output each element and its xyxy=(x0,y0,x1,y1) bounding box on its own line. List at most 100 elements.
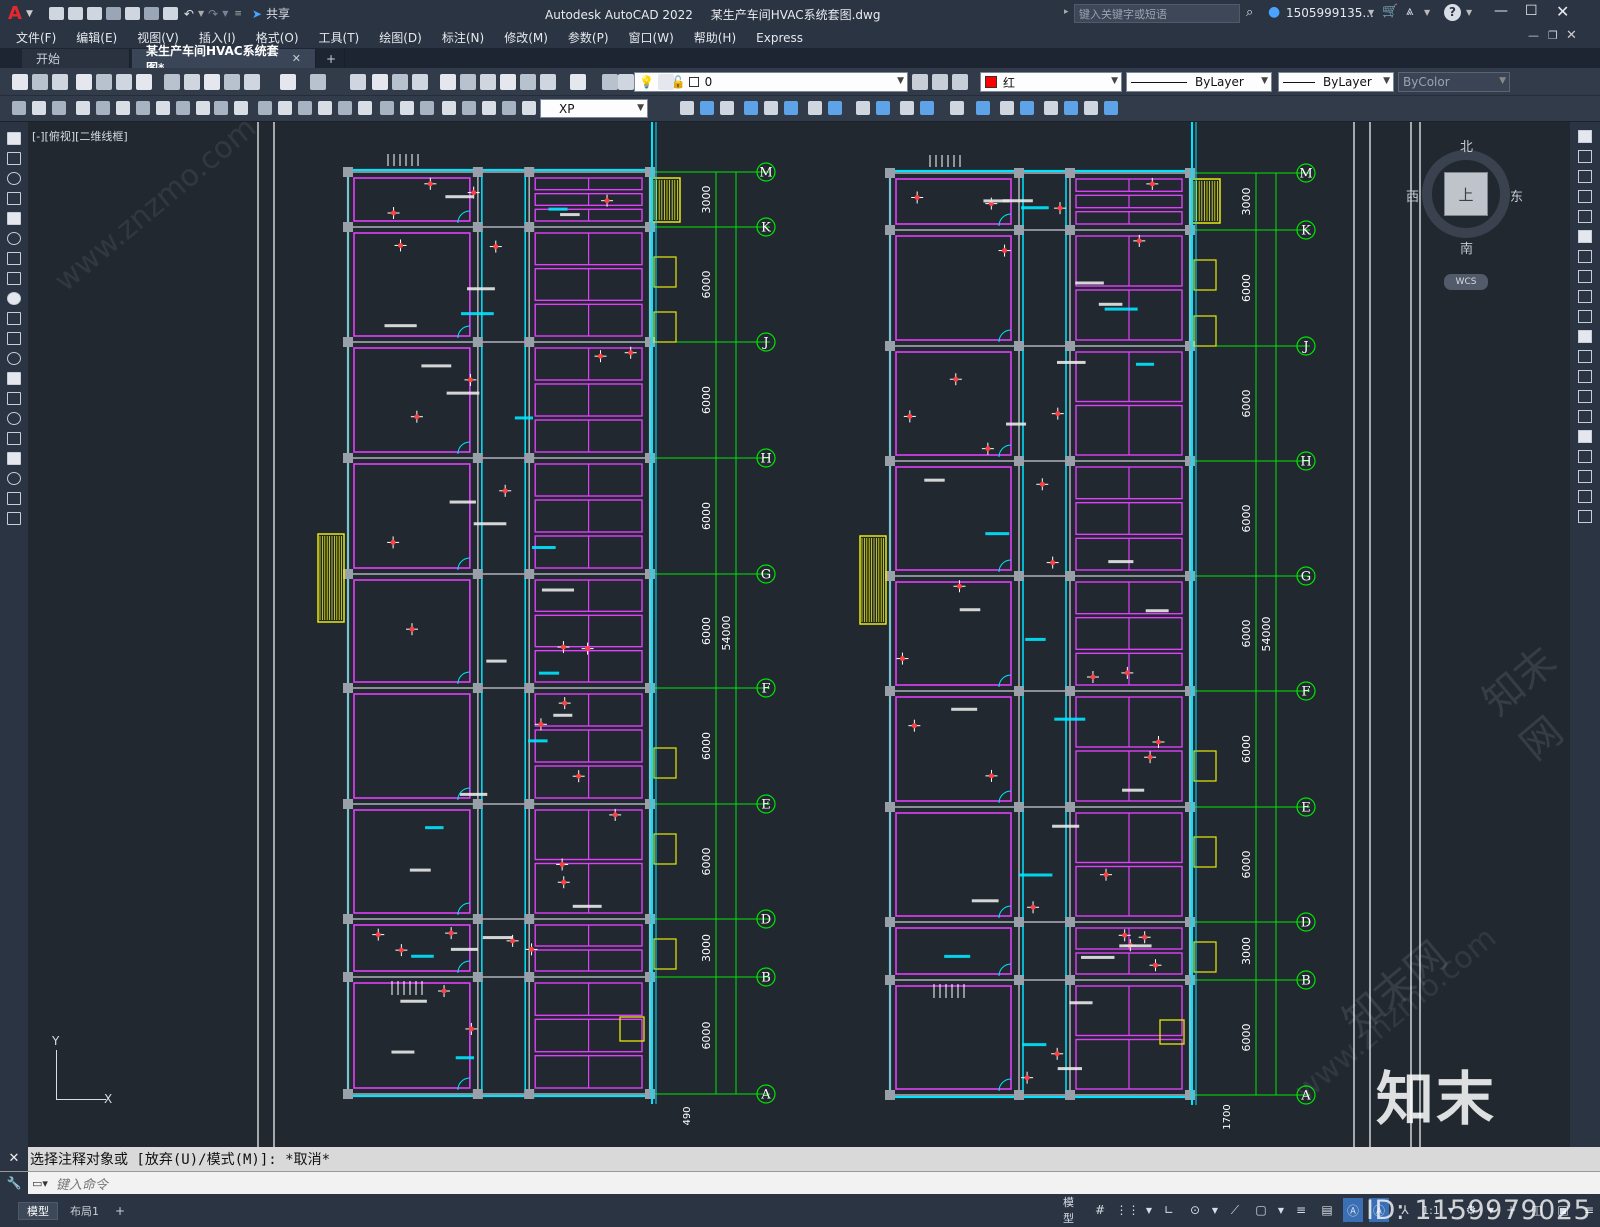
blend-icon[interactable] xyxy=(1578,450,1592,463)
doc-restore-icon[interactable]: ❐ xyxy=(1548,29,1558,42)
snap-icon[interactable]: ⋮⋮ xyxy=(1116,1198,1140,1222)
ortho-icon[interactable]: ∟ xyxy=(1159,1198,1179,1222)
point-icon[interactable] xyxy=(7,392,21,405)
change-layer-icon[interactable] xyxy=(680,101,694,115)
app-menu-arrow-icon[interactable]: ▼ xyxy=(26,9,33,19)
redo-dropdown-icon[interactable]: ▼ xyxy=(222,9,228,18)
aligned-dim-icon[interactable] xyxy=(32,101,46,115)
line-icon[interactable] xyxy=(7,132,21,145)
publish-icon[interactable] xyxy=(116,74,132,90)
annotation-visibility-icon[interactable]: Ⓐ xyxy=(1343,1198,1363,1222)
stretch-icon[interactable] xyxy=(1578,290,1592,303)
ellipse-arc-icon[interactable] xyxy=(7,332,21,345)
scale-icon[interactable] xyxy=(1578,270,1592,283)
rotate-icon[interactable] xyxy=(1578,250,1592,263)
lengthen-icon[interactable] xyxy=(1578,490,1592,503)
tool-37-icon[interactable] xyxy=(920,101,934,115)
cart-icon[interactable]: 🛒 xyxy=(1382,4,1398,19)
layer-unisolate-icon[interactable] xyxy=(952,74,968,90)
xline-icon[interactable] xyxy=(7,152,21,165)
search-expand-icon[interactable]: ▸ xyxy=(1064,7,1069,17)
snap-dropdown-icon[interactable]: ▼ xyxy=(1145,1198,1153,1222)
mtext-icon[interactable] xyxy=(7,492,21,505)
layout-tab-add[interactable]: + xyxy=(109,1204,131,1218)
command-customize-icon[interactable]: 🔧 xyxy=(0,1171,28,1195)
undo-dropdown-icon[interactable]: ▼ xyxy=(198,9,204,18)
trim-icon[interactable] xyxy=(1578,310,1592,323)
matchprop-icon[interactable] xyxy=(224,74,240,90)
tool-42-icon[interactable] xyxy=(1044,101,1058,115)
wcs-button[interactable]: WCS xyxy=(1444,274,1488,290)
paste-icon[interactable] xyxy=(204,74,220,90)
transparency-icon[interactable]: ▤ xyxy=(1317,1198,1337,1222)
command-line[interactable]: 🔧 ▭▾ 键入命令 xyxy=(0,1171,1600,1195)
dim-edit-icon[interactable] xyxy=(358,101,372,115)
menu-edit[interactable]: 编辑(E) xyxy=(66,29,127,46)
doc-minimize-icon[interactable]: — xyxy=(1528,29,1539,42)
osnap-icon[interactable]: ▢ xyxy=(1251,1198,1271,1222)
close-icon[interactable]: ✕ xyxy=(1556,2,1569,21)
make-current-icon[interactable] xyxy=(618,74,634,90)
3dprint-icon[interactable] xyxy=(136,74,152,90)
save-as-icon[interactable] xyxy=(105,7,121,20)
radius-dim-icon[interactable] xyxy=(96,101,110,115)
add-selected-icon[interactable] xyxy=(7,512,21,525)
arc-length-icon[interactable] xyxy=(52,101,66,115)
angular-dim-icon[interactable] xyxy=(156,101,170,115)
menu-help[interactable]: 帮助(H) xyxy=(684,29,746,46)
viewcube-top-face[interactable]: 上 xyxy=(1444,172,1488,216)
layout-tab-model[interactable]: 模型 xyxy=(18,1201,58,1220)
designcenter-icon[interactable] xyxy=(460,74,476,90)
jogged-linear-icon[interactable] xyxy=(338,101,352,115)
dim-update-icon[interactable] xyxy=(400,101,414,115)
tool-43-icon[interactable] xyxy=(1064,101,1078,115)
tab-new[interactable]: + xyxy=(318,49,346,68)
blockedit-icon[interactable] xyxy=(244,74,260,90)
command-prompt-icon[interactable]: ▭▾ xyxy=(32,1177,48,1190)
plot-icon[interactable] xyxy=(76,74,92,90)
explode-icon[interactable] xyxy=(1578,470,1592,483)
tool-38-icon[interactable] xyxy=(950,101,964,115)
customize-qa-icon[interactable]: ≡ xyxy=(234,9,242,19)
extend-icon[interactable] xyxy=(1578,330,1592,343)
circle-icon[interactable] xyxy=(7,252,21,265)
properties-icon[interactable] xyxy=(440,74,456,90)
menu-express[interactable]: Express xyxy=(746,31,813,45)
undo-icon[interactable]: ↶ xyxy=(184,7,194,21)
layer-freeze-icon[interactable] xyxy=(462,101,476,115)
pline-icon[interactable] xyxy=(7,172,21,185)
dim-break-icon[interactable] xyxy=(258,101,272,115)
center-mark-icon[interactable] xyxy=(298,101,312,115)
plot-icon[interactable] xyxy=(162,7,178,20)
redo-icon[interactable] xyxy=(310,74,326,90)
menu-draw[interactable]: 绘图(D) xyxy=(369,29,432,46)
lineweight-toggle-icon[interactable]: ≡ xyxy=(1291,1198,1311,1222)
table-icon[interactable] xyxy=(7,472,21,485)
draw-order-icon[interactable] xyxy=(720,101,734,115)
open-icon[interactable] xyxy=(32,74,48,90)
layer-props-icon[interactable] xyxy=(602,74,618,90)
dim-text-edit-icon[interactable] xyxy=(380,101,394,115)
zoom-previous-icon[interactable] xyxy=(412,74,428,90)
viewcube[interactable]: 北 南 西 东 上 WCS xyxy=(1406,136,1526,296)
osnap-dropdown-icon[interactable]: ▼ xyxy=(1277,1198,1285,1222)
autocad-logo[interactable]: A xyxy=(8,3,22,24)
array-icon[interactable] xyxy=(1578,210,1592,223)
layout-tab-layout1[interactable]: 布局1 xyxy=(62,1202,107,1220)
bring-front-icon[interactable] xyxy=(744,101,758,115)
zoom-realtime-icon[interactable] xyxy=(372,74,388,90)
copy-obj-icon[interactable] xyxy=(1578,150,1592,163)
tab-start[interactable]: 开始 xyxy=(22,49,130,68)
tolerance-icon[interactable] xyxy=(278,101,292,115)
mirror-icon[interactable] xyxy=(1578,170,1592,183)
jogged-dim-icon[interactable] xyxy=(116,101,130,115)
viewcube-west[interactable]: 西 xyxy=(1406,186,1419,205)
spline-icon[interactable] xyxy=(7,292,21,305)
layer-color-icon[interactable] xyxy=(522,101,536,115)
sheetset-icon[interactable] xyxy=(500,74,516,90)
menu-file[interactable]: 文件(F) xyxy=(6,29,66,46)
markup-icon[interactable] xyxy=(520,74,536,90)
layer-walk-icon[interactable] xyxy=(442,101,456,115)
fillet-icon[interactable] xyxy=(1578,430,1592,443)
lineweight-combo[interactable]: ByLayer ▼ xyxy=(1278,72,1394,92)
